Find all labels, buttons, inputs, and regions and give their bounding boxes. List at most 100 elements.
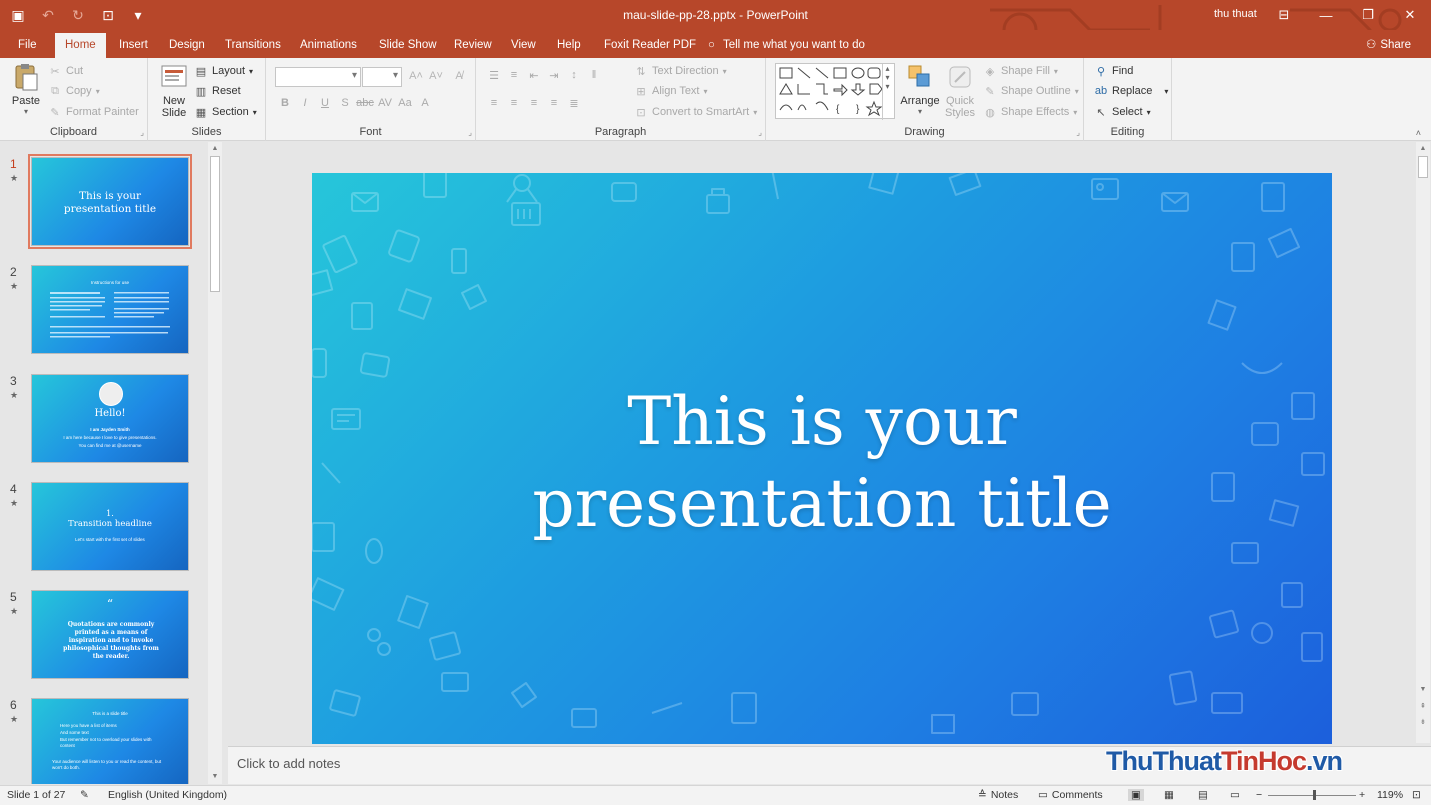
thumbnail-item[interactable]: 3 ★ Hello! I am Jayden Smith I am here b… (0, 372, 205, 470)
user-name[interactable]: thu thuat (1214, 8, 1257, 20)
clear-formatting-button[interactable]: A̸ (452, 69, 466, 83)
fit-to-window-icon[interactable]: ⊡ (1412, 789, 1421, 801)
collapse-ribbon-icon[interactable]: ˄ (1416, 128, 1421, 138)
strikethrough-icon[interactable]: abc (355, 97, 375, 109)
shape-effects-button[interactable]: ◍ Shape Effects ▾ (983, 105, 1077, 119)
close-button[interactable]: ✕ (1389, 0, 1431, 30)
undo-icon[interactable]: ↶ (38, 5, 58, 25)
grow-font-button[interactable]: A˄ (409, 69, 423, 83)
align-text-button[interactable]: ⊞ Align Text ▾ (634, 84, 707, 98)
ribbon-display-options-icon[interactable]: ⊟ (1263, 0, 1305, 30)
thumbnail-slide[interactable]: This is a slide title Here you have a li… (31, 698, 189, 784)
thumbnail-slide[interactable]: 1. Transition headline Let's start with … (31, 482, 189, 571)
text-shadow-icon[interactable]: S (335, 97, 355, 109)
italic-icon[interactable]: I (295, 97, 315, 109)
shrink-font-button[interactable]: A˅ (429, 69, 443, 83)
shapes-gallery[interactable]: { } (775, 63, 895, 119)
comments-button[interactable]: ▭ Comments (1038, 789, 1103, 801)
font-name-combo[interactable] (275, 67, 361, 87)
minimize-button[interactable]: — (1305, 0, 1347, 30)
zoom-out-icon[interactable]: − (1256, 789, 1262, 801)
thumbnail-slide[interactable]: “ Quotations are commonly printed as a m… (31, 590, 189, 679)
clipboard-dialog-launcher-icon[interactable]: ⌟ (140, 128, 144, 137)
numbering-icon[interactable]: ≡ (504, 69, 524, 82)
scroll-up-icon[interactable]: ▲ (208, 142, 222, 156)
font-size-combo[interactable] (362, 67, 402, 87)
new-slide-button[interactable]: New Slide (156, 62, 192, 119)
bullets-icon[interactable]: ☰ (484, 69, 504, 82)
zoom-slider-thumb[interactable] (1313, 790, 1316, 800)
tab-insert[interactable]: Insert (109, 33, 158, 58)
next-slide-icon[interactable]: ⇟ (1416, 716, 1430, 730)
start-slideshow-icon[interactable]: ⊡ (98, 5, 118, 25)
format-painter-button[interactable]: ✎ Format Painter (48, 105, 138, 119)
restore-button[interactable]: ❐ (1347, 0, 1389, 30)
thumbnail-item[interactable]: 4 ★ 1. Transition headline Let's start w… (0, 480, 205, 578)
underline-icon[interactable]: U (315, 97, 335, 109)
language-indicator[interactable]: English (United Kingdom) (108, 789, 227, 801)
reading-view-icon[interactable]: ▤ (1198, 789, 1208, 801)
find-button[interactable]: ⚲ Find (1094, 64, 1133, 78)
thumbnail-slide[interactable]: This is your presentation title (28, 154, 192, 249)
slide-show-view-icon[interactable]: ▭ (1230, 789, 1240, 801)
thumbnail-item[interactable]: 6 ★ This is a slide title Here you have … (0, 696, 205, 784)
quick-styles-button[interactable]: Quick Styles (942, 62, 978, 119)
thumbnail-item[interactable]: 1 ★ This is your presentation title (0, 154, 205, 253)
previous-slide-icon[interactable]: ⇞ (1416, 700, 1430, 714)
share-button[interactable]: ⚇ Share (1366, 33, 1411, 58)
select-button[interactable]: ↖ Select ▾ (1094, 105, 1150, 119)
thumbnail-item[interactable]: 2 ★ Instructions for use (0, 263, 205, 361)
tab-file[interactable]: File (8, 33, 47, 58)
thumbnail-scrollbar[interactable]: ▲ ▼ (208, 142, 222, 784)
text-direction-button[interactable]: ⇅ Text Direction ▾ (634, 64, 726, 78)
shape-outline-button[interactable]: ✎ Shape Outline ▾ (983, 84, 1078, 98)
shape-fill-button[interactable]: ◈ Shape Fill ▾ (983, 64, 1058, 78)
align-center-icon[interactable]: ≡ (504, 97, 524, 110)
increase-indent-icon[interactable]: ⇥ (544, 69, 564, 82)
replace-button[interactable]: ab Replace ▾ (1094, 84, 1169, 98)
align-right-icon[interactable]: ≡ (524, 97, 544, 110)
decrease-indent-icon[interactable]: ⇤ (524, 69, 544, 82)
scrollbar-thumb[interactable] (1418, 156, 1428, 178)
cut-button[interactable]: ✂ Cut (48, 64, 83, 78)
change-case-icon[interactable]: Aa (395, 97, 415, 109)
line-spacing-icon[interactable]: ↕ (564, 69, 584, 82)
customize-toolbar-icon[interactable]: ▾ (128, 5, 148, 25)
tab-animations[interactable]: Animations (290, 33, 367, 58)
reset-button[interactable]: ▥ Reset (194, 84, 241, 98)
font-color-icon[interactable]: A (415, 97, 435, 109)
tab-view[interactable]: View (501, 33, 546, 58)
spelling-check-icon[interactable]: ✎ (80, 789, 89, 801)
paste-dropdown-icon[interactable]: ▾ (24, 107, 28, 116)
justify-icon[interactable]: ≡ (544, 97, 564, 110)
tell-me-search[interactable]: ○ Tell me what you want to do (708, 33, 865, 58)
editor-scrollbar[interactable]: ▲ ▼ ⇞ ⇟ (1416, 142, 1430, 743)
tab-design[interactable]: Design (159, 33, 215, 58)
normal-view-icon[interactable]: ▣ (1128, 789, 1144, 801)
arrange-button[interactable]: Arrange ▾ (899, 62, 941, 116)
thumbnail-slide[interactable]: Hello! I am Jayden Smith I am here becau… (31, 374, 189, 463)
scroll-down-icon[interactable]: ▼ (1416, 683, 1430, 697)
tab-foxit-reader-pdf[interactable]: Foxit Reader PDF (594, 33, 706, 58)
scroll-down-icon[interactable]: ▼ (208, 770, 222, 784)
scrollbar-thumb[interactable] (210, 156, 220, 292)
notes-button[interactable]: ≙ Notes (978, 789, 1018, 801)
tab-home[interactable]: Home (55, 33, 106, 58)
convert-smartart-button[interactable]: ⊡ Convert to SmartArt ▾ (634, 105, 757, 119)
distributed-icon[interactable]: ≣ (564, 97, 584, 110)
character-spacing-icon[interactable]: AV (375, 97, 395, 109)
bold-icon[interactable]: B (275, 97, 295, 109)
save-icon[interactable]: ▣ (8, 5, 28, 25)
align-left-icon[interactable]: ≡ (484, 97, 504, 110)
tab-slide-show[interactable]: Slide Show (369, 33, 447, 58)
slide-canvas[interactable]: This is your presentation title (312, 173, 1332, 744)
columns-icon[interactable]: ‖ (584, 69, 604, 82)
tab-transitions[interactable]: Transitions (215, 33, 291, 58)
tab-help[interactable]: Help (547, 33, 591, 58)
section-button[interactable]: ▦ Section ▾ (194, 105, 257, 119)
zoom-level[interactable]: 119% (1377, 789, 1403, 801)
font-dialog-launcher-icon[interactable]: ⌟ (468, 128, 472, 137)
copy-button[interactable]: ⧉ Copy ▾ (48, 84, 100, 98)
slide-title[interactable]: This is your presentation title (312, 381, 1332, 545)
redo-icon[interactable]: ↻ (68, 5, 88, 25)
